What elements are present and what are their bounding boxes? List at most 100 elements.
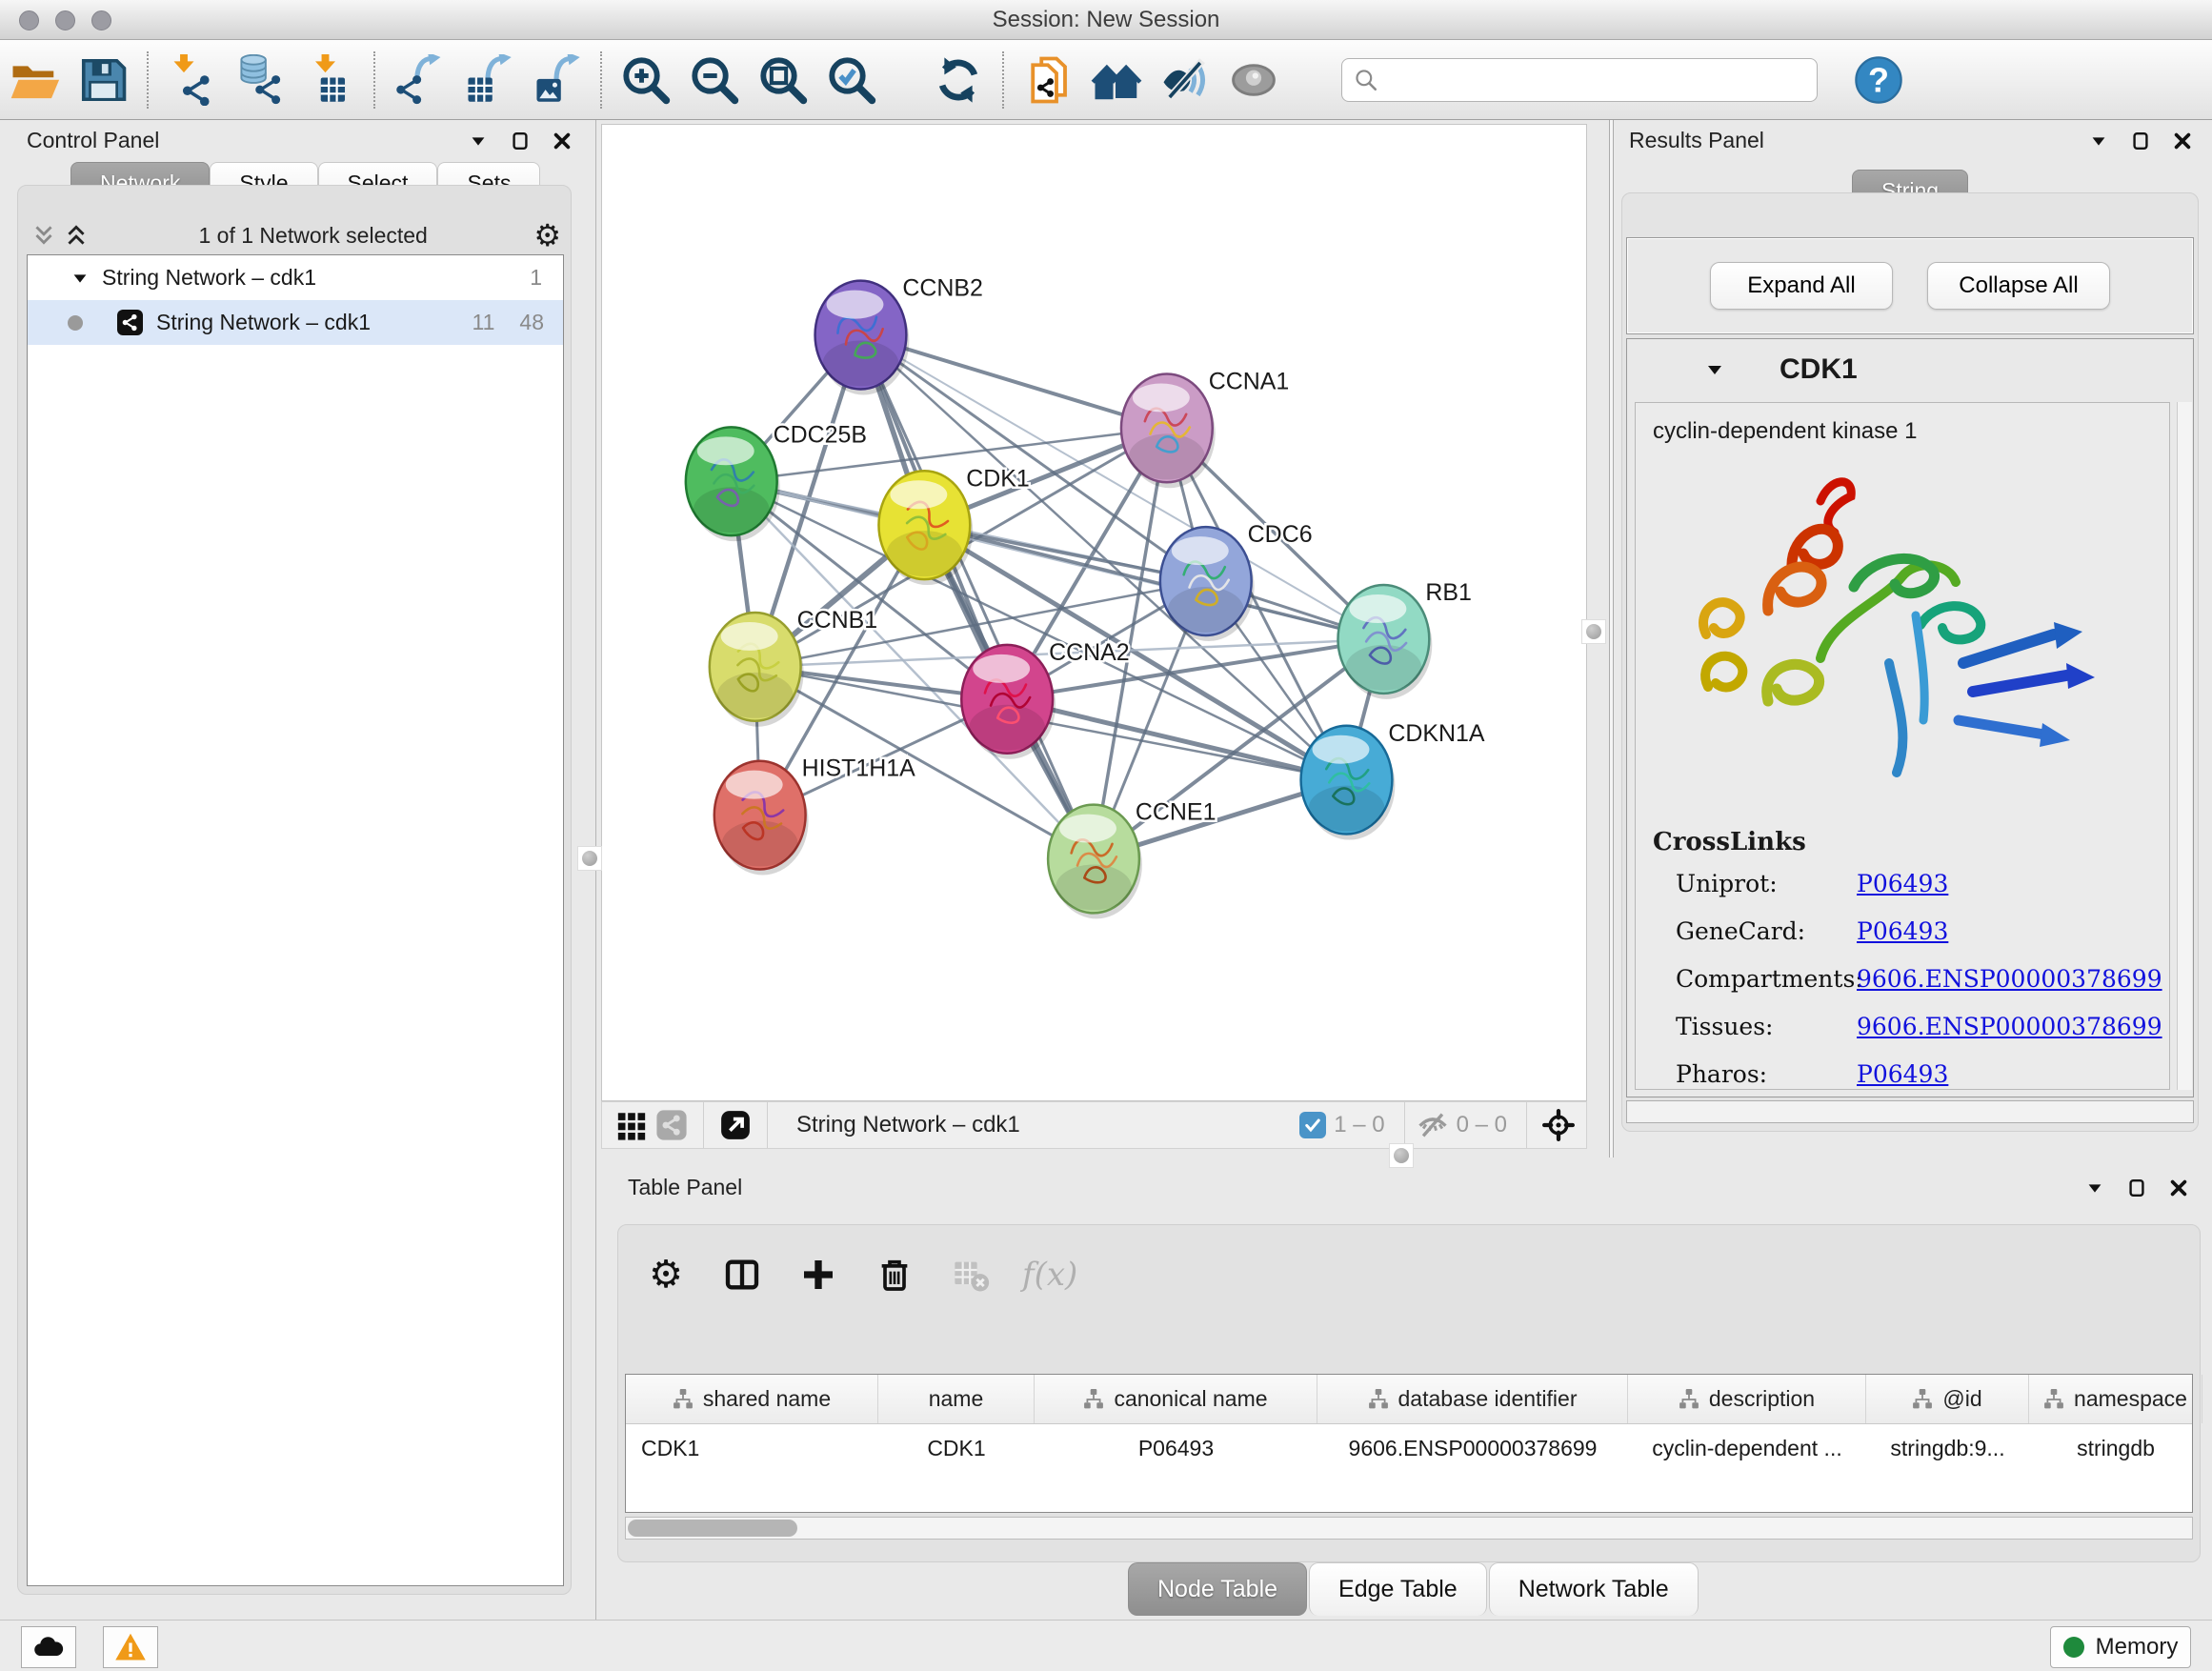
add-column-icon[interactable]	[794, 1250, 843, 1299]
search-input[interactable]	[1386, 68, 1805, 92]
expand-all-button[interactable]: Expand All	[1710, 262, 1893, 310]
network-node-ccnb2[interactable]: CCNB2	[815, 275, 983, 395]
import-table-from-file-icon[interactable]	[295, 49, 364, 111]
network-node-ccnb1[interactable]: CCNB1	[710, 607, 877, 727]
collapse-entry-icon[interactable]	[1703, 358, 1726, 381]
column-header-canonical-name[interactable]: canonical name	[1035, 1375, 1317, 1423]
show-columns-icon[interactable]	[717, 1250, 767, 1299]
bottom-splitter-handle[interactable]	[1389, 1143, 1414, 1168]
birds-eye-view-icon[interactable]	[612, 1105, 652, 1145]
network-node-ccna1[interactable]: CCNA1	[1121, 368, 1289, 488]
network-node-cdk1[interactable]: CDK1	[878, 465, 1029, 585]
column-header--id[interactable]: @id	[1866, 1375, 2029, 1423]
column-header-name[interactable]: name	[878, 1375, 1035, 1423]
network-edge[interactable]	[1007, 699, 1346, 780]
cell-namespace[interactable]: stringdb	[2029, 1436, 2202, 1461]
table-horizontal-scrollbar[interactable]	[625, 1517, 2193, 1540]
delete-column-icon[interactable]	[870, 1250, 919, 1299]
cell-database-identifier[interactable]: 9606.ENSP00000378699	[1317, 1436, 1628, 1461]
right-splitter-handle[interactable]	[1581, 619, 1606, 644]
zoom-out-icon[interactable]	[680, 49, 749, 111]
memory-button[interactable]: Memory	[2050, 1626, 2191, 1668]
table-row[interactable]: CDK1CDK1P064939606.ENSP00000378699cyclin…	[626, 1424, 2192, 1472]
table-options-gear-icon[interactable]: ⚙	[641, 1250, 691, 1299]
center-view-crosshair-icon[interactable]	[1538, 1105, 1579, 1145]
node-details-header[interactable]: CDK1	[1627, 339, 2193, 400]
zoom-selected-icon[interactable]	[817, 49, 886, 111]
maximize-panel-icon[interactable]	[2126, 1178, 2147, 1198]
new-network-from-selection-icon[interactable]	[1014, 49, 1082, 111]
toolbar-search-field[interactable]	[1341, 58, 1818, 102]
import-network-from-file-icon[interactable]	[158, 49, 227, 111]
collapse-all-networks-icon[interactable]	[28, 223, 60, 248]
crosslink-link[interactable]: 9606.ENSP00000378699	[1857, 965, 2162, 993]
hierarchy-icon	[2043, 1389, 2064, 1410]
save-session-icon[interactable]	[69, 49, 137, 111]
results-horizontal-scrollbar[interactable]	[1626, 1100, 2194, 1123]
network-row-selected[interactable]: String Network – cdk1 11 48	[28, 300, 563, 345]
network-collection-row[interactable]: String Network – cdk1 1	[28, 255, 563, 300]
export-network-icon[interactable]	[385, 49, 453, 111]
network-node-cdc6[interactable]: CDC6	[1160, 521, 1313, 641]
tab-node-table[interactable]: Node Table	[1128, 1562, 1307, 1616]
window-zoom-button[interactable]	[91, 10, 111, 30]
close-panel-icon[interactable]	[2172, 131, 2193, 151]
network-node-cdc25b[interactable]: CDC25B	[686, 421, 867, 541]
network-node-ccne1[interactable]: CCNE1	[1048, 799, 1216, 919]
network-node-ccna2[interactable]: CCNA2	[961, 639, 1129, 759]
network-canvas-svg[interactable]: CCNB2 CCNA1 CDC25BCDK1 CDC6RB1 CCNB1 CCNA2 CDK…	[601, 124, 1587, 1101]
network-share-icon[interactable]	[652, 1105, 692, 1145]
cloud-icon[interactable]	[21, 1626, 76, 1668]
cell-canonical-name[interactable]: P06493	[1035, 1436, 1317, 1461]
column-header-description[interactable]: description	[1628, 1375, 1866, 1423]
network-node-count: 11	[473, 310, 495, 335]
window-minimize-button[interactable]	[55, 10, 75, 30]
network-node-cdkn1a[interactable]: CDKN1A	[1301, 720, 1485, 840]
column-header-shared-name[interactable]: shared name	[626, 1375, 878, 1423]
results-vertical-scrollbar[interactable]	[2177, 402, 2192, 1090]
network-node-hist1h1a[interactable]: HIST1H1A	[714, 755, 915, 876]
selected-items-checkbox-icon[interactable]	[1299, 1112, 1326, 1138]
column-header-database-identifier[interactable]: database identifier	[1317, 1375, 1628, 1423]
first-neighbors-icon[interactable]	[1082, 49, 1151, 111]
crosslink-link[interactable]: 9606.ENSP00000378699	[1857, 1013, 2162, 1040]
cell-shared-name[interactable]: CDK1	[626, 1436, 878, 1461]
crosslink-link[interactable]: P06493	[1857, 1060, 1948, 1088]
warning-icon[interactable]	[103, 1626, 158, 1668]
collapse-all-button[interactable]: Collapse All	[1927, 262, 2110, 310]
cell-name[interactable]: CDK1	[878, 1436, 1035, 1461]
zoom-fit-icon[interactable]	[749, 49, 817, 111]
close-panel-icon[interactable]	[2168, 1178, 2189, 1198]
float-panel-icon[interactable]	[2088, 131, 2109, 151]
collection-expander-icon[interactable]	[70, 268, 90, 289]
hide-selected-icon[interactable]	[1151, 49, 1219, 111]
tab-network-table[interactable]: Network Table	[1489, 1562, 1699, 1616]
help-icon[interactable]	[1844, 49, 1913, 111]
crosslink-link[interactable]: P06493	[1857, 917, 1948, 945]
network-options-gear-icon[interactable]: ⚙	[533, 220, 561, 251]
left-splitter-handle[interactable]	[577, 846, 602, 871]
open-in-browser-icon[interactable]	[715, 1105, 755, 1145]
import-network-from-database-icon[interactable]	[227, 49, 295, 111]
cell--id[interactable]: stringdb:9...	[1866, 1436, 2029, 1461]
network-view-title: String Network – cdk1	[796, 1112, 1299, 1138]
show-all-icon[interactable]	[1219, 49, 1288, 111]
column-header-namespace[interactable]: namespace	[2029, 1375, 2202, 1423]
export-image-icon[interactable]	[522, 49, 591, 111]
cell-description[interactable]: cyclin-dependent ...	[1628, 1436, 1866, 1461]
export-table-icon[interactable]	[453, 49, 522, 111]
open-session-icon[interactable]	[0, 49, 69, 111]
tab-edge-table[interactable]: Edge Table	[1309, 1562, 1487, 1616]
window-close-button[interactable]	[19, 10, 39, 30]
zoom-in-icon[interactable]	[612, 49, 680, 111]
close-panel-icon[interactable]	[552, 131, 573, 151]
float-panel-icon[interactable]	[2084, 1178, 2105, 1198]
maximize-panel-icon[interactable]	[2130, 131, 2151, 151]
network-node-rb1[interactable]: RB1	[1338, 579, 1472, 699]
maximize-panel-icon[interactable]	[510, 131, 531, 151]
float-panel-icon[interactable]	[468, 131, 489, 151]
scrollbar-thumb[interactable]	[628, 1520, 797, 1537]
crosslink-link[interactable]: P06493	[1857, 870, 1948, 897]
expand-all-networks-icon[interactable]	[60, 223, 92, 248]
apply-preferred-layout-icon[interactable]	[924, 49, 993, 111]
